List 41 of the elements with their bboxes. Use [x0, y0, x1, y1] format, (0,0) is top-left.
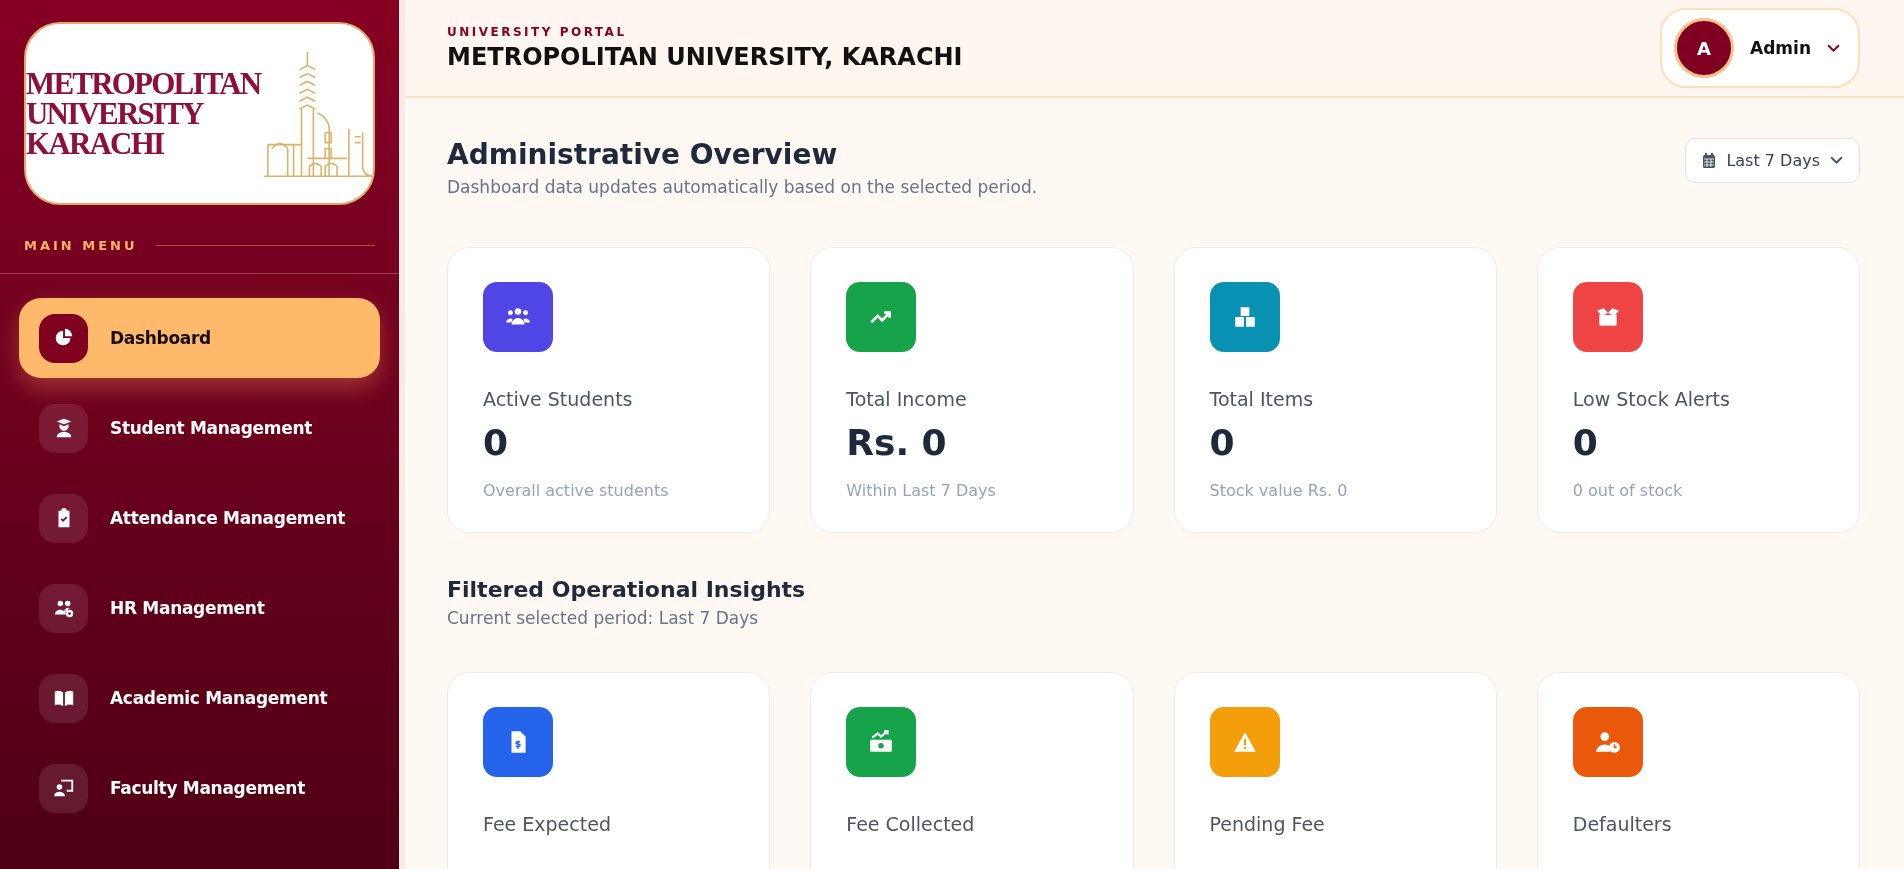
stat-value: 0	[1572, 422, 1599, 463]
stat-label: Total Items	[1209, 388, 1315, 410]
stat-note: Stock value Rs. 0	[1209, 481, 1349, 500]
user-menu-button[interactable]: A Admin	[1660, 8, 1860, 88]
stat-label: Fee Expected	[483, 813, 612, 835]
period-dropdown[interactable]: Last 7 Days	[1685, 138, 1860, 183]
logo-text: KARACHI	[26, 128, 165, 159]
stat-label: Low Stock Alerts	[1572, 388, 1731, 410]
portal-label: UNIVERSITY PORTAL	[447, 25, 628, 39]
stat-label: Fee Collected	[846, 813, 976, 835]
stat-label: Active Students	[483, 388, 634, 410]
stat-note: 0 out of stock	[1572, 481, 1684, 500]
section-title: Filtered Operational Insights	[447, 577, 807, 602]
avatar: A	[1674, 18, 1734, 78]
user-clock-icon	[1594, 729, 1621, 755]
stat-label: Total Income	[846, 388, 968, 410]
stat-note: Within Last 7 Days	[846, 481, 997, 500]
page-title: METROPOLITAN UNIVERSITY, KARACHI	[447, 43, 963, 71]
stat-label: Pending Fee	[1209, 813, 1326, 835]
logo-text: METROPOLITAN	[26, 68, 261, 99]
nav-item[interactable]: Student Management	[19, 388, 380, 468]
menu-heading: MAIN MENU	[24, 237, 138, 253]
teacher-icon	[52, 777, 75, 799]
stat-label: Defaulters	[1572, 813, 1673, 835]
stat-note: Overall active students	[483, 481, 670, 500]
nav-item[interactable]: Academic Management	[19, 658, 380, 738]
logo-text: UNIVERSITY	[26, 98, 205, 129]
section-subtitle: Current selected period: Last 7 Days	[447, 608, 760, 628]
stat-value: 0	[483, 422, 510, 463]
section-subtitle: Dashboard data updates automatically based on the selected period.	[447, 177, 1038, 197]
nav-item[interactable]: HR Management	[19, 568, 380, 648]
stat-value: 0	[1209, 422, 1236, 463]
nav-item[interactable]: Dashboard	[19, 298, 380, 378]
calendar-icon	[1702, 152, 1717, 169]
section-title: Administrative Overview	[447, 138, 839, 171]
chevron-down-icon	[1827, 43, 1840, 53]
nav-item[interactable]: Faculty Management	[19, 748, 380, 828]
chevron-down-icon	[1830, 156, 1843, 165]
nav-item[interactable]: Attendance Management	[19, 478, 380, 558]
stat-value: Rs. 0	[846, 422, 948, 463]
money-icon	[868, 729, 895, 755]
